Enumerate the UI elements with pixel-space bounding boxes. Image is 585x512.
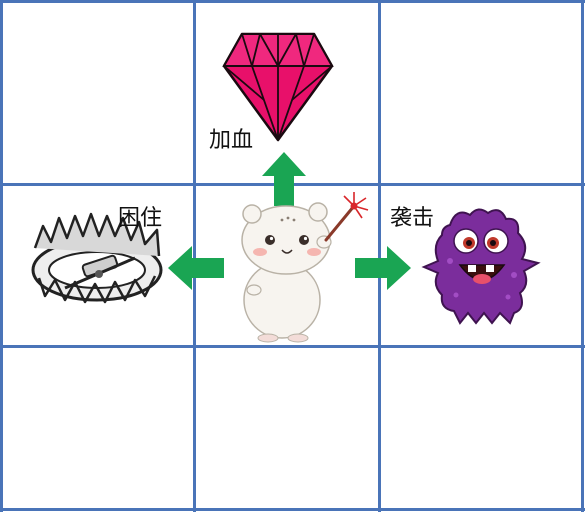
purple-monster-icon[interactable] [420, 205, 545, 325]
cell-0-0[interactable] [3, 3, 193, 183]
cell-2-2[interactable] [381, 348, 581, 508]
label-heal: 加血 [209, 128, 254, 153]
label-trap: 困住 [118, 206, 163, 231]
grid-border-bottom [0, 508, 585, 511]
grid-border-right [581, 0, 584, 512]
cell-2-0[interactable] [3, 348, 193, 508]
game-board: 加血 困住 袭击 [0, 0, 585, 512]
cell-2-1[interactable] [196, 348, 378, 508]
arrow-left-icon[interactable] [168, 246, 224, 290]
cell-0-2[interactable] [381, 3, 581, 183]
hamster-character-icon[interactable] [232, 192, 372, 343]
arrow-right-icon[interactable] [355, 246, 411, 290]
